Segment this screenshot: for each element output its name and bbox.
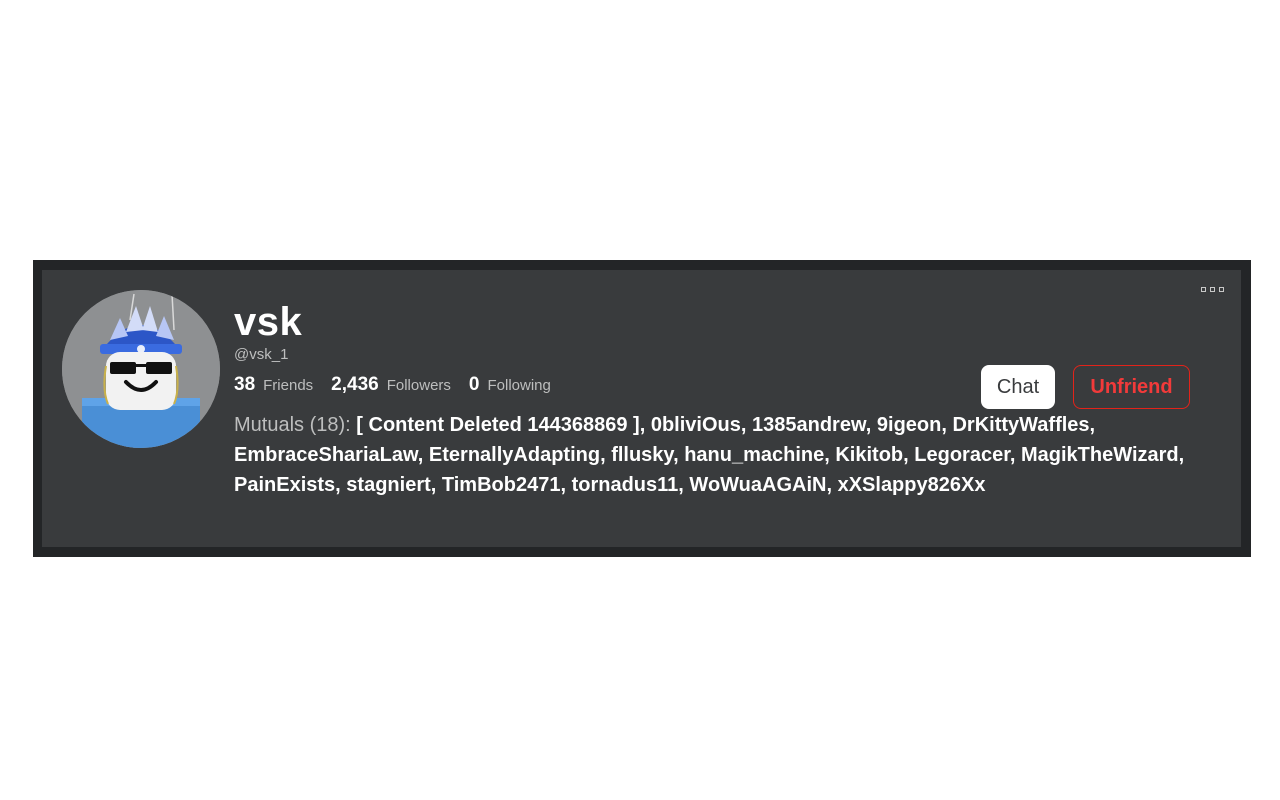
mutual-friend-link[interactable]: stagniert bbox=[346, 474, 430, 496]
mutual-friend-link[interactable]: xXSlappy826Xx bbox=[838, 474, 986, 496]
mutuals-label: Mutuals (18): bbox=[234, 414, 351, 436]
mutual-friend-link[interactable]: EternallyAdapting bbox=[429, 444, 600, 466]
mutual-friend-link[interactable]: 0bliviOus bbox=[651, 414, 741, 436]
friends-stat-link[interactable]: 38 Friends bbox=[234, 374, 313, 396]
following-stat-link[interactable]: 0 Following bbox=[469, 374, 551, 396]
profile-header-card: vsk @vsk_1 38 Friends 2,436 Followers 0 … bbox=[42, 270, 1241, 547]
following-count: 0 bbox=[468, 374, 480, 395]
chat-button[interactable]: Chat bbox=[981, 365, 1055, 409]
mutual-friend-link[interactable]: Legoracer bbox=[914, 444, 1010, 466]
mutual-friend-link[interactable]: DrKittyWaffles bbox=[952, 414, 1089, 436]
avatar[interactable] bbox=[62, 290, 220, 448]
friends-label: Friends bbox=[263, 377, 314, 394]
followers-label: Followers bbox=[386, 377, 451, 394]
mutual-friend-link[interactable]: 9igeon bbox=[877, 414, 941, 436]
following-label: Following bbox=[487, 377, 551, 394]
followers-count: 2,436 bbox=[331, 374, 379, 395]
username: @vsk_1 bbox=[234, 346, 289, 363]
mutual-friend-link[interactable]: WoWuaAGAiN bbox=[689, 474, 826, 496]
menu-dot bbox=[1210, 286, 1215, 292]
mutual-friend-link[interactable]: [ Content Deleted 144368869 ] bbox=[356, 414, 639, 436]
mutual-friend-link[interactable]: Kikitob bbox=[835, 444, 903, 466]
mutual-friend-link[interactable]: TimBob2471 bbox=[442, 474, 561, 496]
mutual-friend-link[interactable]: PainExists bbox=[234, 474, 335, 496]
roblox-avatar-icon bbox=[62, 290, 220, 448]
unfriend-button[interactable]: Unfriend bbox=[1073, 365, 1190, 409]
mutual-friend-link[interactable]: tornadus11 bbox=[572, 474, 679, 496]
display-name: vsk bbox=[234, 300, 303, 344]
profile-stats: 38 Friends 2,436 Followers 0 Following bbox=[234, 374, 569, 396]
mutual-friend-link[interactable]: hanu_machine bbox=[684, 444, 824, 466]
profile-frame: vsk @vsk_1 38 Friends 2,436 Followers 0 … bbox=[33, 260, 1251, 557]
mutual-friend-link[interactable]: fllusky bbox=[611, 444, 673, 466]
mutual-friends-list: Mutuals (18): [ Content Deleted 14436886… bbox=[234, 414, 1185, 496]
mutual-friend-link[interactable]: EmbraceShariaLaw bbox=[234, 444, 418, 466]
menu-dot bbox=[1219, 286, 1224, 292]
mutual-friend-link[interactable]: MagikTheWizard bbox=[1021, 444, 1179, 466]
menu-dot bbox=[1201, 286, 1206, 292]
friends-count: 38 bbox=[234, 374, 256, 395]
followers-stat-link[interactable]: 2,436 Followers bbox=[331, 374, 451, 396]
mutual-friend-link[interactable]: 1385andrew bbox=[752, 414, 866, 436]
more-options-icon[interactable] bbox=[1201, 284, 1233, 294]
